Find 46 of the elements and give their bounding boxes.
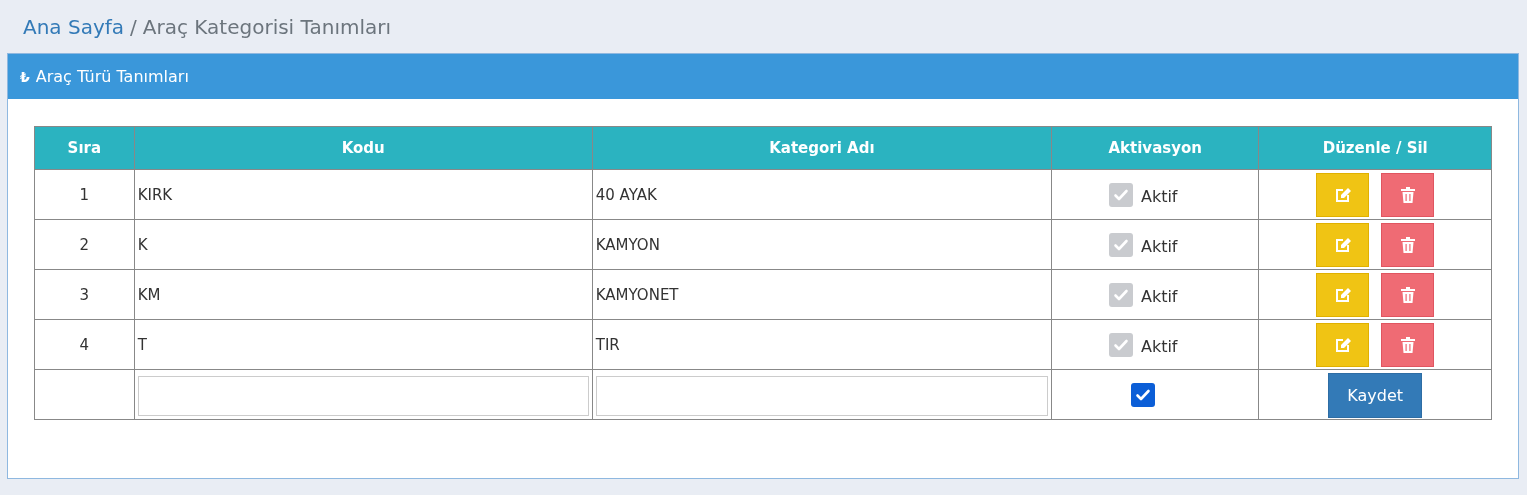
trash-icon	[1400, 186, 1415, 203]
delete-button[interactable]	[1381, 322, 1435, 367]
table-cell: T	[134, 319, 593, 370]
save-button[interactable]: Kaydet	[1328, 373, 1423, 418]
checkbox[interactable]	[1131, 382, 1156, 407]
trash-icon	[1400, 236, 1415, 253]
breadcrumb-separator: /	[130, 14, 137, 39]
lira-icon: ₺	[20, 68, 30, 85]
status-label: Aktif	[1140, 237, 1178, 256]
trash-icon	[1400, 336, 1415, 353]
column-header: Kodu	[134, 126, 593, 170]
table-cell: 4	[34, 319, 135, 370]
delete-button[interactable]	[1381, 172, 1435, 217]
table-cell: K	[134, 219, 593, 270]
edit-button[interactable]	[1316, 272, 1370, 317]
status-label: Aktif	[1140, 187, 1178, 206]
edit-icon	[1333, 336, 1352, 353]
table-cell: TIR	[592, 319, 1052, 370]
code-input-field[interactable]	[137, 375, 589, 416]
status-label: Aktif	[1140, 287, 1178, 306]
table-cell: 2	[34, 219, 135, 270]
delete-button[interactable]	[1381, 272, 1435, 317]
home-link[interactable]: Ana Sayfa	[23, 14, 125, 39]
edit-icon	[1333, 236, 1352, 253]
table-cell: KM	[134, 269, 593, 320]
panel-title: Araç Türü Tanımları	[35, 67, 189, 86]
column-header: Sıra	[34, 126, 135, 170]
column-header: Düzenle / Sil	[1258, 126, 1492, 170]
edit-icon	[1333, 286, 1352, 303]
delete-button[interactable]	[1381, 222, 1435, 267]
trash-icon	[1400, 286, 1415, 303]
table-cell: 1	[34, 169, 135, 220]
table-cell: 3	[34, 269, 135, 320]
table-cell: KAMYONET	[592, 269, 1052, 320]
name-input-field[interactable]	[595, 375, 1048, 416]
column-header: Aktivasyon	[1051, 126, 1259, 170]
edit-button[interactable]	[1316, 172, 1370, 217]
status-label: Aktif	[1140, 337, 1178, 356]
table-cell: 40 AYAK	[592, 169, 1052, 220]
table-cell: KAMYON	[592, 219, 1052, 270]
column-header: Kategori Adı	[592, 126, 1052, 170]
edit-button[interactable]	[1316, 322, 1370, 367]
edit-button[interactable]	[1316, 222, 1370, 267]
page-title: Araç Kategorisi Tanımları	[142, 14, 391, 39]
table-cell: KIRK	[134, 169, 593, 220]
edit-icon	[1333, 186, 1352, 203]
